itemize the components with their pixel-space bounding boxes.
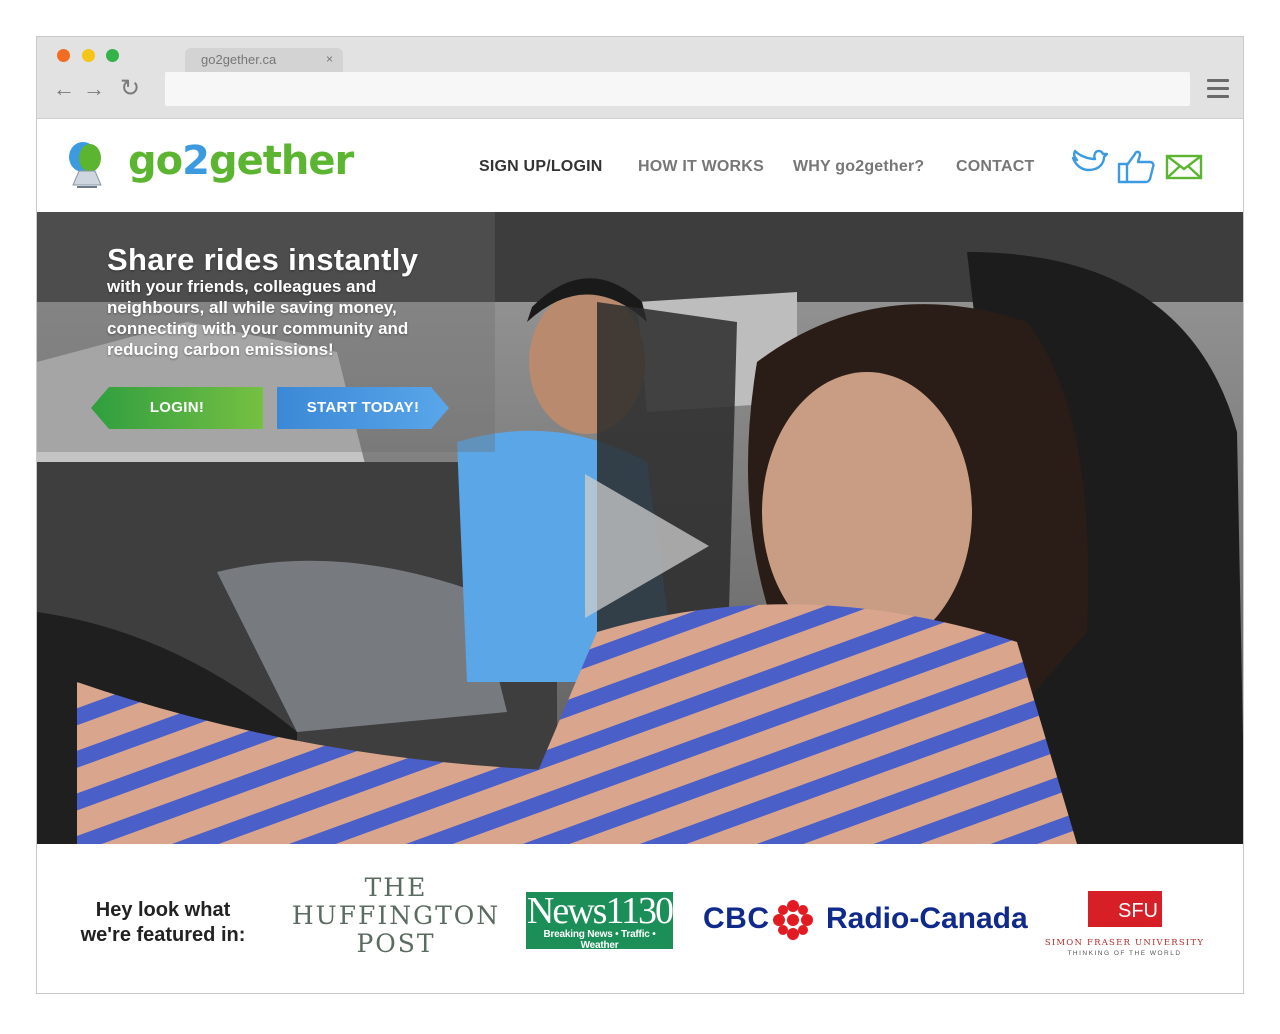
reload-icon[interactable]: ↻ xyxy=(120,77,140,101)
hero-title: Share rides instantly xyxy=(107,242,419,277)
featured-label-line2: we're featured in: xyxy=(80,924,246,946)
news1130-wordmark: News1130 xyxy=(526,890,674,932)
browser-window: go2gether.ca × ← → ↻ go2gether SIGN UP/L… xyxy=(36,36,1244,994)
balloon-logo-icon[interactable] xyxy=(65,141,109,191)
site-header: go2gether SIGN UP/LOGIN HOW IT WORKS WHY… xyxy=(37,120,1243,212)
sfu-logo[interactable]: SFU xyxy=(1088,891,1162,927)
browser-tab[interactable]: go2gether.ca × xyxy=(185,48,343,72)
facebook-like-icon[interactable] xyxy=(1116,148,1156,184)
huffington-line3: POST xyxy=(356,929,436,958)
email-envelope-icon[interactable] xyxy=(1165,154,1205,180)
forward-arrow-icon[interactable]: → xyxy=(83,77,105,101)
hero-subtitle: with your friends, colleagues and neighb… xyxy=(107,277,409,359)
address-bar[interactable] xyxy=(165,72,1190,106)
play-icon[interactable] xyxy=(585,474,709,618)
huffington-line2: HUFFINGTON xyxy=(291,901,501,930)
huffington-line1: THE xyxy=(364,873,428,902)
featured-in-section: Hey look what we're featured in: THE HUF… xyxy=(37,844,1243,993)
back-arrow-icon[interactable]: ← xyxy=(53,77,75,101)
login-button[interactable]: LOGIN! xyxy=(91,387,263,429)
featured-label-line1: Hey look what xyxy=(95,899,231,921)
close-window-button[interactable] xyxy=(57,49,70,62)
site-logo[interactable]: go2gether xyxy=(128,138,354,184)
start-today-button[interactable]: START TODAY! xyxy=(277,387,449,429)
sfu-tagline: THINKING OF THE WORLD xyxy=(1067,950,1182,957)
hero-video[interactable]: Share rides instantly with your friends,… xyxy=(37,212,1243,844)
browser-chrome: go2gether.ca × ← → ↻ xyxy=(37,37,1243,119)
logo-two: 2 xyxy=(182,138,210,184)
cbc-gem-icon[interactable] xyxy=(772,899,814,941)
news1130-tagline: Breaking News • Traffic • Weather xyxy=(543,929,656,951)
nav-contact[interactable]: CONTACT xyxy=(956,158,1034,176)
nav-sign-up-login[interactable]: SIGN UP/LOGIN xyxy=(479,158,603,176)
logo-gether: gether xyxy=(208,138,354,184)
maximize-window-button[interactable] xyxy=(106,49,119,62)
minimize-window-button[interactable] xyxy=(82,49,95,62)
logo-go: go xyxy=(128,138,183,184)
huffington-post-logo[interactable]: THE HUFFINGTON POST xyxy=(291,874,501,958)
nav-how-it-works[interactable]: HOW IT WORKS xyxy=(638,158,764,176)
featured-label: Hey look what we're featured in: xyxy=(63,898,263,948)
cbc-wordmark[interactable]: CBC xyxy=(703,902,770,936)
nav-why-go2gether[interactable]: WHY go2gether? xyxy=(793,158,924,176)
browser-menu-icon[interactable] xyxy=(1207,79,1229,99)
tab-close-icon[interactable]: × xyxy=(326,52,333,66)
twitter-bird-icon[interactable] xyxy=(1069,148,1109,184)
tab-title: go2gether.ca xyxy=(201,52,277,67)
sfu-name: SIMON FRASER UNIVERSITY xyxy=(1044,938,1205,948)
news1130-logo[interactable]: News1130 Breaking News • Traffic • Weath… xyxy=(526,890,674,951)
radio-canada-wordmark[interactable]: Radio-Canada xyxy=(826,902,1028,936)
